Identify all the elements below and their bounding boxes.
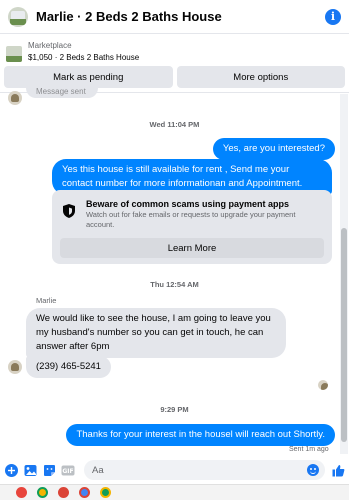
message-composer: GIF [0,458,349,482]
sender-avatar[interactable] [8,91,22,105]
chrome-icon[interactable] [37,487,48,498]
scam-warning-title: Beware of common scams using payment app… [86,199,290,209]
app-icon[interactable] [16,487,27,498]
chrome-icon[interactable] [79,487,90,498]
listing-thumbnail [6,46,22,62]
more-options-button[interactable]: More options [176,66,345,88]
sent-status: Sent 1m ago [289,446,329,453]
app-icon[interactable] [58,487,69,498]
incoming-message[interactable]: We would like to see the house, I am goi… [26,308,286,358]
listing-avatar[interactable] [8,6,28,27]
outgoing-message[interactable]: Yes, are you interested? [212,138,335,160]
partial-message-text: Message sent [36,87,86,96]
timestamp: Thu 12:54 AM [150,280,199,289]
scam-warning-card: Beware of common scams using payment app… [52,190,332,264]
info-icon[interactable]: i [325,8,341,25]
sender-name: Marlie [36,296,57,305]
timestamp: 9:29 PM [160,405,189,414]
scrollbar-thumb[interactable] [341,228,347,442]
plus-icon[interactable] [4,463,18,477]
chat-header: Marlie · 2 Beds 2 Baths House i [0,0,349,34]
message-input[interactable] [84,460,325,480]
emoji-icon[interactable] [307,464,319,476]
outgoing-message[interactable]: Thanks for your interest in the housel w… [66,424,335,446]
gif-icon[interactable]: GIF [61,463,75,477]
thumbs-up-icon[interactable] [331,463,345,477]
chrome-icon[interactable] [100,487,111,498]
photo-icon[interactable] [23,463,37,477]
message-field[interactable] [92,464,317,476]
marketplace-listing[interactable]: Marketplace $1,050 · 2 Beds 2 Baths Hous… [0,36,349,66]
sender-avatar[interactable] [8,360,22,374]
sticker-icon[interactable] [42,463,56,477]
chat-title[interactable]: Marlie · 2 Beds 2 Baths House [36,9,325,24]
scam-warning-description: Watch out for fake emails or requests to… [86,210,296,229]
os-taskbar [0,484,349,500]
marketplace-label: Marketplace [28,41,72,50]
incoming-message[interactable]: (239) 465-5241 [26,356,111,378]
listing-price-title: $1,050 · 2 Beds 2 Baths House [28,53,140,62]
timestamp: Wed 11:04 PM [149,120,200,129]
shield-icon [63,204,75,218]
svg-text:GIF: GIF [62,468,73,475]
seen-avatar [318,380,328,390]
learn-more-button[interactable]: Learn More [60,238,324,258]
